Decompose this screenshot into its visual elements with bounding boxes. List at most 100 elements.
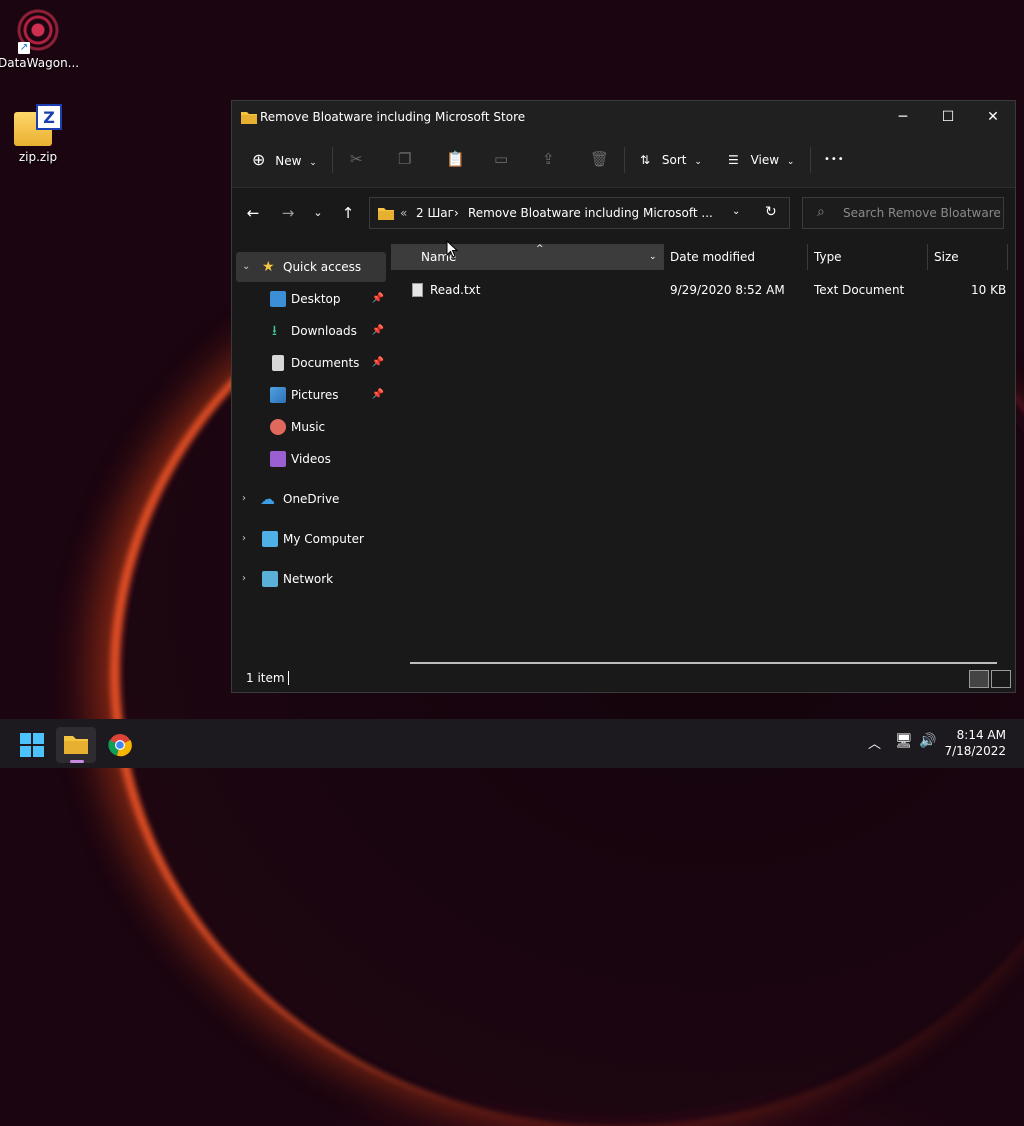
sidebar-item-pictures[interactable]: Pictures 📌 [236, 380, 386, 410]
pin-icon[interactable]: 📌 [372, 380, 384, 410]
windows-logo-icon [20, 733, 44, 757]
forward-arrow-icon[interactable]: → [276, 204, 300, 222]
chevron-right-icon[interactable]: › [242, 564, 246, 594]
column-header-size[interactable]: Size [934, 244, 959, 270]
horizontal-scrollbar[interactable] [410, 662, 997, 664]
music-icon [270, 419, 286, 435]
sidebar-item-music[interactable]: Music [236, 412, 386, 442]
sidebar-item-label: My Computer [283, 532, 364, 546]
breadcrumb-item[interactable]: 2 Шаг [416, 206, 454, 220]
column-header-name[interactable]: Name ^ ⌄ [391, 244, 663, 270]
desktop-icon-zip[interactable]: Z zip.zip [0, 104, 78, 164]
sidebar-item-my-computer[interactable]: › My Computer [236, 524, 386, 554]
tiles-view-button[interactable] [991, 670, 1011, 688]
pictures-icon [270, 387, 286, 403]
search-placeholder: Search Remove Bloatware in... [843, 206, 1003, 220]
document-icon [272, 355, 284, 371]
desktop-icon-label: DataWagon... [0, 56, 80, 70]
file-name: Read.txt [430, 283, 481, 297]
desktop-icon-label: zip.zip [18, 150, 58, 164]
taskbar-file-explorer[interactable] [56, 727, 96, 763]
sidebar-item-label: Quick access [283, 260, 362, 274]
breadcrumb-item[interactable]: Remove Bloatware including Microsoft ... [468, 206, 713, 220]
chevron-down-icon[interactable]: ⌄ [732, 206, 740, 217]
title-bar[interactable]: Remove Bloatware including Microsoft Sto… [232, 101, 1015, 133]
search-icon: ⌕ [817, 204, 825, 220]
chevron-down-icon: ⌄ [694, 157, 702, 167]
desktop-icon-datawagon[interactable]: ↗ DataWagon... [0, 8, 80, 70]
file-explorer-window: Remove Bloatware including Microsoft Sto… [231, 100, 1016, 693]
new-button-label: New [275, 154, 302, 168]
sidebar-item-videos[interactable]: Videos [236, 444, 386, 474]
view-button-label: View [750, 153, 780, 167]
status-bar: 1 item [232, 666, 1015, 692]
start-button[interactable] [12, 727, 52, 763]
chevron-right-icon[interactable]: › [242, 484, 246, 514]
taskbar: ︿ 🖥 🔊 8:14 AM 7/18/2022 [0, 719, 1024, 768]
rename-icon[interactable]: ▭ [494, 150, 508, 168]
view-button[interactable]: ☰ View ⌄ [728, 149, 794, 171]
sidebar-item-label: Downloads [291, 324, 357, 338]
more-options-button[interactable]: ••• [824, 149, 845, 171]
sidebar-item-label: OneDrive [283, 492, 340, 506]
sidebar-item-quick-access[interactable]: ⌄ ★ Quick access [236, 252, 386, 282]
chevron-down-icon[interactable]: ⌄ [242, 252, 250, 282]
paste-icon[interactable]: 📋 [446, 150, 465, 168]
pin-icon[interactable]: 📌 [372, 348, 384, 378]
volume-icon[interactable]: 🔊 [919, 733, 936, 749]
sort-ascending-icon: ^ [536, 244, 544, 254]
network-status-icon[interactable]: 🖥 [895, 733, 913, 749]
shortcut-arrow-icon: ↗ [18, 42, 30, 54]
cloud-icon: ☁ [260, 490, 275, 508]
chevron-down-icon[interactable]: ⌄ [649, 244, 657, 270]
address-bar[interactable]: « 2 Шаг › Remove Bloatware including Mic… [369, 197, 790, 229]
folder-icon [241, 110, 257, 127]
computer-icon [262, 531, 278, 547]
file-list: Name ^ ⌄ Date modified Type Size Read.tx… [390, 240, 1015, 666]
sidebar-item-label: Videos [291, 452, 331, 466]
column-header-type[interactable]: Type [814, 244, 842, 270]
mouse-cursor [446, 240, 458, 258]
download-arrow-icon: ⭳ [272, 323, 277, 339]
sidebar-item-label: Documents [291, 356, 360, 370]
view-lines-icon: ☰ [728, 153, 739, 167]
search-box[interactable]: ⌕ Search Remove Bloatware in... [802, 197, 1004, 229]
sort-icon: ⇅ [640, 153, 651, 167]
file-date: 9/29/2020 8:52 AM [670, 283, 785, 297]
share-icon[interactable]: ⇪ [542, 150, 555, 168]
new-button[interactable]: ⊕ New ⌄ [252, 149, 317, 171]
sidebar-item-network[interactable]: › Network [236, 564, 386, 594]
details-view-button[interactable] [969, 670, 989, 688]
recent-chevron-icon[interactable]: ⌄ [306, 206, 330, 219]
sidebar-item-label: Desktop [291, 292, 341, 306]
chevron-up-icon[interactable]: ︿ [868, 733, 881, 752]
sidebar-item-downloads[interactable]: ⭳ Downloads 📌 [236, 316, 386, 346]
pin-icon[interactable]: 📌 [372, 316, 384, 346]
pin-icon[interactable]: 📌 [372, 284, 384, 314]
sidebar-item-onedrive[interactable]: › ☁ OneDrive [236, 484, 386, 514]
sidebar-item-documents[interactable]: Documents 📌 [236, 348, 386, 378]
column-header-date[interactable]: Date modified [670, 244, 755, 270]
sort-button[interactable]: ⇅ Sort ⌄ [640, 149, 702, 171]
refresh-icon[interactable]: ↻ [765, 204, 777, 220]
system-clock[interactable]: 8:14 AM 7/18/2022 [944, 727, 1006, 759]
close-button[interactable]: ✕ [970, 101, 1016, 133]
folder-icon [378, 206, 394, 223]
breadcrumb-overflow[interactable]: « [400, 206, 407, 220]
sidebar-item-desktop[interactable]: Desktop 📌 [236, 284, 386, 314]
network-icon [262, 571, 278, 587]
chevron-right-icon[interactable]: › [242, 524, 246, 554]
zip-archive-icon: Z [14, 104, 62, 146]
back-arrow-icon[interactable]: ← [241, 204, 265, 222]
chevron-down-icon: ⌄ [309, 158, 317, 168]
cut-icon[interactable]: ✂ [350, 150, 363, 168]
up-arrow-icon[interactable]: ↑ [336, 204, 360, 222]
copy-icon[interactable]: ❐ [398, 150, 411, 168]
file-row[interactable]: Read.txt 9/29/2020 8:52 AM Text Document… [390, 276, 1015, 304]
minimize-button[interactable]: ─ [880, 101, 926, 133]
maximize-button[interactable]: ☐ [925, 101, 971, 133]
text-file-icon [412, 283, 423, 297]
sidebar-item-label: Network [283, 572, 334, 586]
delete-icon[interactable]: 🗑 [590, 150, 609, 168]
taskbar-chrome[interactable] [100, 727, 140, 763]
